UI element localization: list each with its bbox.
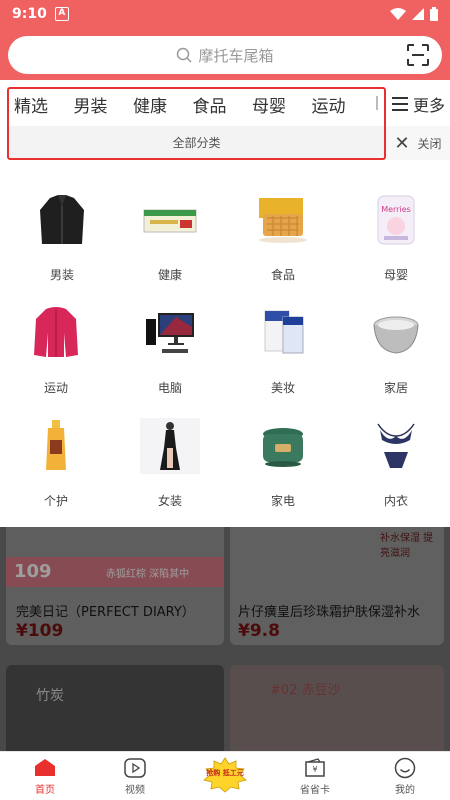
status-time: 9:10 <box>12 6 47 22</box>
category-label: 女装 <box>157 494 182 508</box>
nav-promo[interactable]: 抢购 抵工元 <box>180 752 270 800</box>
category-item-personal-care[interactable]: 个护 <box>0 418 112 509</box>
category-label: 电脑 <box>157 381 182 395</box>
category-label: 个护 <box>43 494 68 508</box>
more-button[interactable]: 更多 <box>392 92 445 116</box>
nav-savings-card[interactable]: ¥ 省省卡 <box>270 752 360 800</box>
category-grid: 男装 健康 食品 Merries 母婴 运动 电脑 美妆 家居 个护 女装 家电… <box>0 165 450 527</box>
modal-dim-overlay[interactable] <box>0 527 450 751</box>
category-item-health[interactable]: 健康 <box>114 192 226 283</box>
scan-icon[interactable] <box>406 43 430 67</box>
nav-label: 首页 <box>35 784 55 796</box>
category-item-beauty[interactable]: 美妆 <box>227 305 339 396</box>
nav-home[interactable]: 首页 <box>0 752 90 800</box>
category-item-womenswear[interactable]: 女装 <box>114 418 226 509</box>
promo-badge-icon: 抢购 抵工元 <box>201 756 249 794</box>
search-placeholder: 摩托车尾箱 <box>198 46 274 65</box>
steel-bowl-icon <box>373 316 419 354</box>
desktop-computer-icon <box>146 313 194 353</box>
tabs-highlight-frame <box>7 87 386 160</box>
waffle-icon <box>259 198 307 243</box>
svg-text:¥: ¥ <box>312 765 317 774</box>
category-item-food[interactable]: 食品 <box>227 192 339 283</box>
dress-icon <box>140 418 200 474</box>
category-label: 内衣 <box>383 494 408 508</box>
category-label: 美妆 <box>270 381 295 395</box>
wifi-icon <box>390 8 406 20</box>
category-item-computer[interactable]: 电脑 <box>114 305 226 396</box>
category-label: 食品 <box>270 268 295 282</box>
search-icon <box>176 47 193 63</box>
close-button[interactable]: ✕ 关闭 <box>386 126 450 160</box>
category-label: 健康 <box>157 268 182 282</box>
smiley-profile-icon <box>394 757 416 779</box>
more-label: 更多 <box>413 96 446 115</box>
category-item-appliances[interactable]: 家电 <box>227 418 339 509</box>
search-input[interactable]: 摩托车尾箱 <box>8 36 442 74</box>
category-item-home[interactable]: 家居 <box>340 305 450 396</box>
close-label: 关闭 <box>417 136 442 151</box>
sport-jacket-icon <box>34 307 78 357</box>
home-icon <box>33 757 57 779</box>
category-item-sports[interactable]: 运动 <box>0 305 112 396</box>
category-item-mother-baby[interactable]: Merries 母婴 <box>340 192 450 283</box>
rice-cooker-icon <box>263 428 303 467</box>
category-label: 母婴 <box>383 268 408 282</box>
lingerie-icon <box>377 423 415 468</box>
nav-label: 我的 <box>395 784 415 796</box>
status-bar: 9:10 A <box>0 0 450 28</box>
category-item-menswear[interactable]: 男装 <box>6 192 118 283</box>
header: 摩托车尾箱 <box>0 28 450 80</box>
menu-icon <box>392 97 408 111</box>
signal-icon <box>412 8 424 20</box>
nav-label: 视频 <box>125 784 145 796</box>
category-label: 运动 <box>43 381 68 395</box>
video-play-icon <box>124 757 146 779</box>
category-label: 家电 <box>270 494 295 508</box>
nav-video[interactable]: 视频 <box>90 752 180 800</box>
battery-icon <box>430 7 438 21</box>
jacket-icon <box>40 195 84 244</box>
promo-text: 抢购 抵工元 <box>206 768 243 777</box>
nav-label: 省省卡 <box>300 784 330 796</box>
close-icon: ✕ <box>394 132 410 154</box>
diaper-pack-icon: Merries <box>377 195 415 245</box>
bottom-nav: 首页 视频 抢购 抵工元 ¥ 省省卡 我的 <box>0 751 450 800</box>
product-feed: 109 赤狐红棕 深陷其中 完美日记（PERFECT DIARY） ¥109 补… <box>0 527 450 751</box>
category-item-underwear[interactable]: 内衣 <box>340 418 450 509</box>
shampoo-bottle-icon <box>46 420 66 470</box>
skincare-box-icon <box>264 310 304 354</box>
nav-profile[interactable]: 我的 <box>360 752 450 800</box>
category-label: 家居 <box>383 381 408 395</box>
notification-a-icon: A <box>54 7 69 21</box>
medicine-box-icon <box>143 209 197 233</box>
svg-text:Merries: Merries <box>381 205 411 214</box>
wallet-card-icon: ¥ <box>304 757 326 779</box>
category-label: 男装 <box>49 268 74 282</box>
